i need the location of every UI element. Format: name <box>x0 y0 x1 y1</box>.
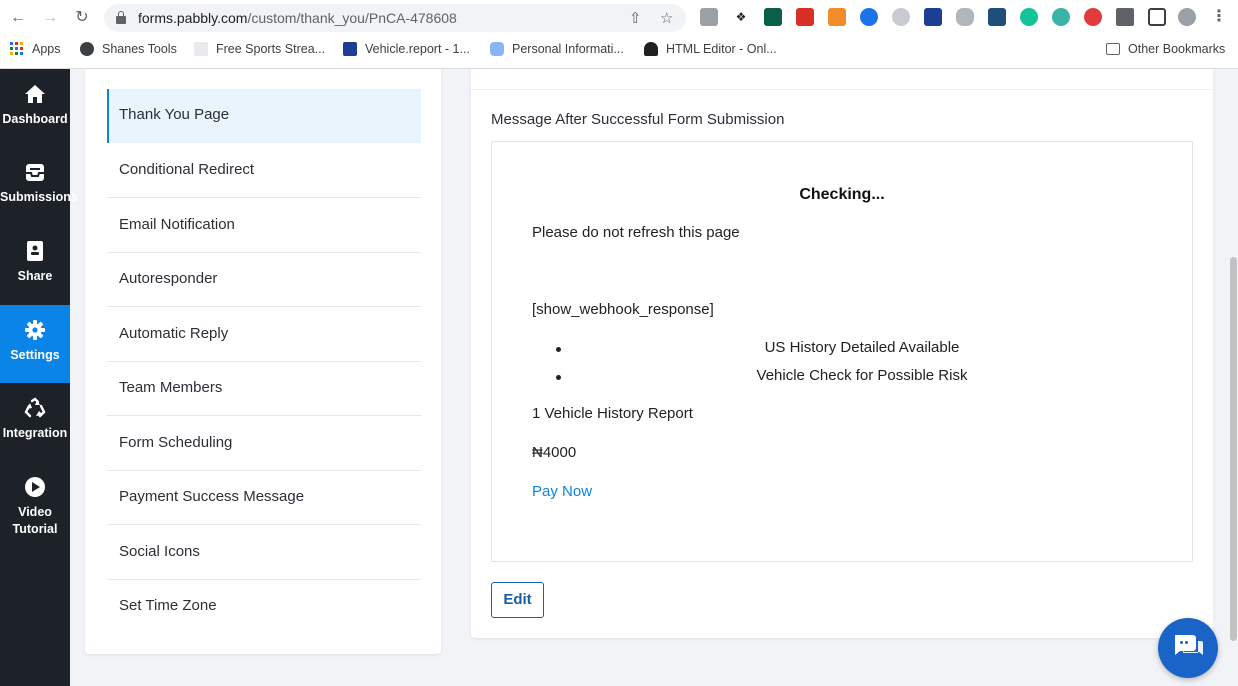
extension-icon[interactable] <box>892 8 910 26</box>
menu-item-automatic-reply[interactable]: Automatic Reply <box>107 308 421 362</box>
extension-icon[interactable] <box>860 8 878 26</box>
extension-icon[interactable] <box>828 8 846 26</box>
bookmark-other[interactable]: Other Bookmarks <box>1106 42 1225 56</box>
reload-icon[interactable]: ↻ <box>71 7 93 29</box>
globe-icon <box>80 42 94 56</box>
forward-icon[interactable]: → <box>39 7 61 29</box>
puzzle-icon[interactable] <box>1116 8 1134 26</box>
car-icon <box>490 42 504 56</box>
apps-grid-icon <box>10 42 23 55</box>
play-icon <box>25 477 45 497</box>
kebab-menu-icon[interactable]: ⋮ <box>1210 8 1228 26</box>
extension-icon[interactable] <box>1084 8 1102 26</box>
scrollbar[interactable] <box>1228 69 1238 686</box>
section-title: Message After Successful Form Submission <box>491 111 785 128</box>
share-page-icon[interactable]: ⇧ <box>629 9 642 27</box>
menu-item-email-notification[interactable]: Email Notification <box>107 199 421 253</box>
bookmark-vehicle-report[interactable]: Vehicle.report - 1... <box>343 42 470 56</box>
address-bar[interactable]: forms.pabbly.com/custom/thank_you/PnCA-4… <box>104 4 686 32</box>
app-sidebar: Dashboard Submissions Share Settings Int… <box>0 69 78 686</box>
bookmark-apps[interactable]: Apps <box>10 42 61 56</box>
bookmarks-bar: Apps Shanes Tools Free Sports Strea... V… <box>0 38 1238 62</box>
message-preview: Checking... Please do not refresh this p… <box>491 141 1193 562</box>
preview-report: 1 Vehicle History Report <box>532 405 693 422</box>
extension-icon[interactable] <box>1052 8 1070 26</box>
avatar[interactable] <box>1178 8 1196 26</box>
spy-icon <box>644 42 658 56</box>
bookmark-html-editor[interactable]: HTML Editor - Onl... <box>644 42 777 56</box>
sidebar-item-dashboard[interactable]: Dashboard <box>0 69 70 147</box>
menu-item-set-time-zone[interactable]: Set Time Zone <box>107 580 421 634</box>
chat-icon <box>1175 635 1203 655</box>
sidebar-item-submissions[interactable]: Submissions <box>0 147 78 225</box>
sidebar-item-settings[interactable]: Settings <box>0 305 70 383</box>
folder-icon <box>1106 43 1120 55</box>
thank-you-settings-panel: Message After Successful Form Submission… <box>471 69 1213 638</box>
menu-item-social-icons[interactable]: Social Icons <box>107 526 421 580</box>
bookmark-shanes-tools[interactable]: Shanes Tools <box>80 42 177 56</box>
extension-icon[interactable] <box>1020 8 1038 26</box>
list-item: US History Detailed Available <box>532 339 1192 359</box>
preview-heading: Checking... <box>799 186 885 203</box>
preview-price: ₦4000 <box>532 444 577 461</box>
chat-button[interactable] <box>1158 618 1218 678</box>
bookmark-star-icon[interactable]: ☆ <box>660 9 673 27</box>
sidebar-item-share[interactable]: Share <box>0 226 70 304</box>
checkmark-icon <box>343 42 357 56</box>
browser-toolbar: ← → ↻ forms.pabbly.com/custom/thank_you/… <box>0 0 1238 36</box>
preview-text: Please do not refresh this page <box>532 224 740 241</box>
bullet-icon <box>556 347 561 352</box>
menu-item-autoresponder[interactable]: Autoresponder <box>107 253 421 307</box>
extension-icon[interactable] <box>700 8 718 26</box>
home-icon <box>25 85 45 103</box>
list-item: Vehicle Check for Possible Risk <box>532 367 1192 387</box>
menu-item-team-members[interactable]: Team Members <box>107 362 421 416</box>
extension-icon[interactable] <box>956 8 974 26</box>
edit-button[interactable]: Edit <box>491 582 544 618</box>
sidebar-item-video-tutorial[interactable]: Video Tutorial <box>0 462 70 554</box>
extension-icon[interactable] <box>924 8 942 26</box>
recycle-icon <box>24 397 46 418</box>
sidebar-item-integration[interactable]: Integration <box>0 383 70 461</box>
menu-item-payment-success-message[interactable]: Payment Success Message <box>107 471 421 525</box>
menu-item-thank-you-page[interactable]: Thank You Page <box>107 89 421 143</box>
gear-icon <box>25 320 45 340</box>
browser-chrome: ← → ↻ forms.pabbly.com/custom/thank_you/… <box>0 0 1238 69</box>
url-text: forms.pabbly.com/custom/thank_you/PnCA-4… <box>138 10 457 26</box>
lock-icon <box>116 11 126 24</box>
back-icon[interactable]: ← <box>7 7 29 29</box>
inbox-icon <box>26 164 44 181</box>
scrollbar-thumb[interactable] <box>1230 257 1237 641</box>
extension-icon[interactable] <box>764 8 782 26</box>
bookmark-personal-info[interactable]: Personal Informati... <box>490 42 624 56</box>
menu-item-form-scheduling[interactable]: Form Scheduling <box>107 417 421 471</box>
extension-icon[interactable] <box>988 8 1006 26</box>
divider <box>471 89 1213 90</box>
pay-now-link[interactable]: Pay Now <box>532 483 592 500</box>
extension-icon[interactable]: ❖ <box>732 8 750 26</box>
bullet-icon <box>556 375 561 380</box>
preview-shortcode: [show_webhook_response] <box>532 301 714 318</box>
site-favicon-icon <box>194 42 208 56</box>
menu-item-conditional-redirect[interactable]: Conditional Redirect <box>107 144 421 198</box>
extension-icon[interactable] <box>796 8 814 26</box>
sidebar-toggle-icon[interactable] <box>1148 8 1166 26</box>
settings-menu: Thank You Page Conditional Redirect Emai… <box>85 69 441 654</box>
share-icon <box>27 241 43 261</box>
bookmark-free-sports[interactable]: Free Sports Strea... <box>194 42 325 56</box>
